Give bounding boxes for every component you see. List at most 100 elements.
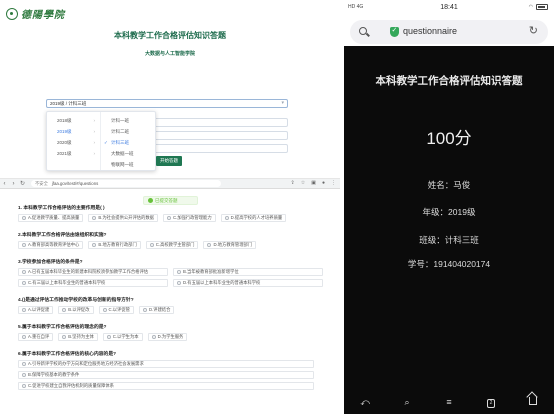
answer-option[interactable]: B.坚持为主体 (58, 333, 98, 341)
answer-option[interactable]: B.当年被教育部批准新增学位 (173, 268, 323, 276)
radio-icon (22, 373, 26, 377)
answer-option[interactable]: D.有五届以上本科毕业生的普通本科学校 (173, 279, 323, 287)
chevron-right-icon: › (93, 140, 96, 145)
mobile-nav-bar: ⤺ ⌕ ≡ 2 (344, 390, 554, 414)
question-list: 1. 本科教学工作合格评估的主要作用是( ) A.促进教学质量、提高质量 B.为… (18, 204, 334, 399)
year-option[interactable]: 2019级 › (47, 126, 100, 137)
forward-icon[interactable]: › (9, 181, 18, 187)
radio-icon (22, 270, 26, 274)
answer-option[interactable]: D.为学生服务 (147, 333, 188, 341)
question-item: 1. 本科教学工作合格评估的主要作用是( ) A.促进教学质量、提高质量 B.为… (18, 204, 334, 222)
wifi-icon: ◠ (528, 4, 533, 10)
answer-option[interactable]: A.以评促建 (18, 306, 54, 314)
status-bar: HD 4G 18:41 ◠ (344, 0, 554, 16)
mobile-url-text: questionnaire (403, 26, 458, 36)
radio-icon (22, 308, 26, 312)
search-icon[interactable]: ⌕ (398, 397, 416, 408)
question-title: 3.学校参加合格评估的条件是? (18, 260, 83, 265)
status-icons: ◠ (529, 4, 548, 10)
answer-option[interactable]: B.以评促改 (58, 306, 94, 314)
answer-option[interactable]: B.为社会提供公开评估的数据 (88, 214, 158, 222)
radio-icon (92, 243, 97, 247)
answer-option[interactable]: C.加强行政管理能力 (162, 214, 216, 222)
class-cascader[interactable]: 2019级 / 计科三班 ▾ (46, 99, 288, 108)
class-option[interactable]: 大数据一班 (101, 148, 155, 159)
radio-icon (22, 362, 26, 366)
answer-option[interactable]: C.以学生为本 (102, 333, 143, 341)
screenshot-root: 德陽學院 本科教学工作合格评估知识答题 大数据与人工智能学院 2019级 / 计… (0, 0, 554, 414)
reload-icon[interactable]: ↻ (18, 180, 27, 187)
mobile-address-bar[interactable]: questionnaire ↻ (350, 20, 548, 44)
answer-option[interactable]: D.评建结合 (138, 306, 175, 314)
radio-icon (22, 335, 26, 339)
chevron-right-icon: › (93, 151, 96, 156)
question-title: 4.()是通过评估工作推动学校的改革与创新的指导方针? (18, 298, 134, 303)
question-title: 6.属于本科教学工作合格评估的核心内容的是? (18, 352, 117, 357)
class-option[interactable]: 物联网一班 (101, 159, 155, 170)
address-url: jfaa.gov/test/#/questions (51, 181, 99, 186)
radio-icon (92, 216, 97, 220)
question-item: 3.学校参加合格评估的条件是? A.已有五届本科毕业生的新建本科院校须参加教学工… (18, 258, 334, 287)
answer-option[interactable]: A.教育部高等教育评估中心 (18, 241, 84, 249)
radio-icon (149, 243, 154, 247)
school-seal-icon (6, 7, 18, 20)
search-icon[interactable] (359, 27, 367, 35)
star-icon[interactable]: ☆ (301, 180, 305, 186)
radio-icon (166, 216, 171, 220)
radio-icon (177, 270, 181, 274)
menu-icon[interactable]: ⋮ (331, 180, 336, 186)
student-id: 学号：191404020174 (407, 259, 491, 269)
battery-icon (536, 4, 548, 10)
answer-option[interactable]: C.促进学校建立自我评估机制的质量保障体系 (18, 382, 314, 390)
radio-icon (22, 243, 26, 247)
class-cascader-value: 2019级 / 计科三班 (50, 101, 87, 106)
question-title: 5.属于本科教学工作合格评估的理念的是? (18, 325, 107, 330)
tabs-icon[interactable]: 2 (482, 396, 500, 408)
toast-text: 已提交答题 (155, 198, 178, 203)
answer-option[interactable]: A.已有五届本科毕业生的新建本科院校须参加教学工作合格评估 (18, 268, 168, 276)
answer-option[interactable]: B.地方教育行政部门 (88, 241, 141, 249)
result-title: 本科教学工作合格评估知识答题 (375, 75, 523, 87)
answer-option[interactable]: C.以评促管 (98, 306, 134, 314)
class-option[interactable]: ✓ 计科三班 (101, 137, 155, 148)
class-option[interactable]: 计科二班 (101, 126, 155, 137)
radio-icon (207, 243, 212, 247)
class-column: 计科一班 计科二班 ✓ 计科三班 大数据一班 物联网一班 (101, 112, 155, 170)
quiz-browser-pane: ‹ › ↻ 不安全 jfaa.gov/test/#/questions ⇪ ☆ … (0, 178, 340, 414)
start-quiz-button[interactable]: 开始答题 (156, 156, 182, 166)
year-option[interactable]: 2021级 › (47, 148, 100, 159)
question-title: 2.本科教学工作合格评估由谁组织和实施? (18, 233, 107, 238)
share-icon[interactable]: ⇪ (291, 180, 295, 186)
year-option[interactable]: 2020级 › (47, 137, 100, 148)
answer-option[interactable]: D.提高学校的人才培养质量 (220, 214, 287, 222)
student-name: 姓名：马俊 (427, 180, 471, 190)
chevron-right-icon: › (93, 118, 96, 123)
radio-icon (177, 281, 181, 285)
address-bar[interactable]: 不安全 jfaa.gov/test/#/questions (31, 180, 221, 187)
back-icon[interactable]: ⤺ (356, 397, 374, 408)
class-option[interactable]: 计科一班 (101, 115, 155, 126)
menu-icon[interactable]: ≡ (440, 397, 458, 407)
answer-option[interactable]: A.引导新评学校的办学方向和定位服务地方经济社会发展需求 (18, 360, 314, 368)
radio-icon (151, 335, 156, 339)
check-icon: ✓ (104, 140, 108, 145)
profile-icon[interactable]: ● (322, 180, 325, 186)
answer-option[interactable]: A.重在自评 (18, 333, 54, 341)
answer-option[interactable]: C.有三届以上本科毕业生的普通本科学校 (18, 279, 168, 287)
back-icon[interactable]: ‹ (0, 181, 9, 187)
radio-icon (62, 335, 67, 339)
answer-option[interactable]: D.地方教育管理部门 (203, 241, 257, 249)
extensions-icon[interactable]: ▣ (311, 180, 316, 186)
school-logo-text: 德陽學院 (21, 10, 65, 21)
radio-icon (106, 335, 111, 339)
secure-shield-icon (390, 26, 399, 37)
question-title: 1. 本科教学工作合格评估的主要作用是( ) (18, 206, 105, 211)
reload-icon[interactable]: ↻ (529, 24, 538, 37)
answer-option[interactable]: C.高校教学主管部门 (145, 241, 199, 249)
page-subtitle: 大数据与人工智能学院 (144, 51, 195, 57)
answer-option[interactable]: A.促进教学质量、提高质量 (18, 214, 84, 222)
radio-icon (62, 308, 67, 312)
year-option[interactable]: 2018级 › (47, 115, 100, 126)
home-icon[interactable] (524, 397, 542, 407)
answer-option[interactable]: B.保障学校基本的教学条件 (18, 371, 314, 379)
